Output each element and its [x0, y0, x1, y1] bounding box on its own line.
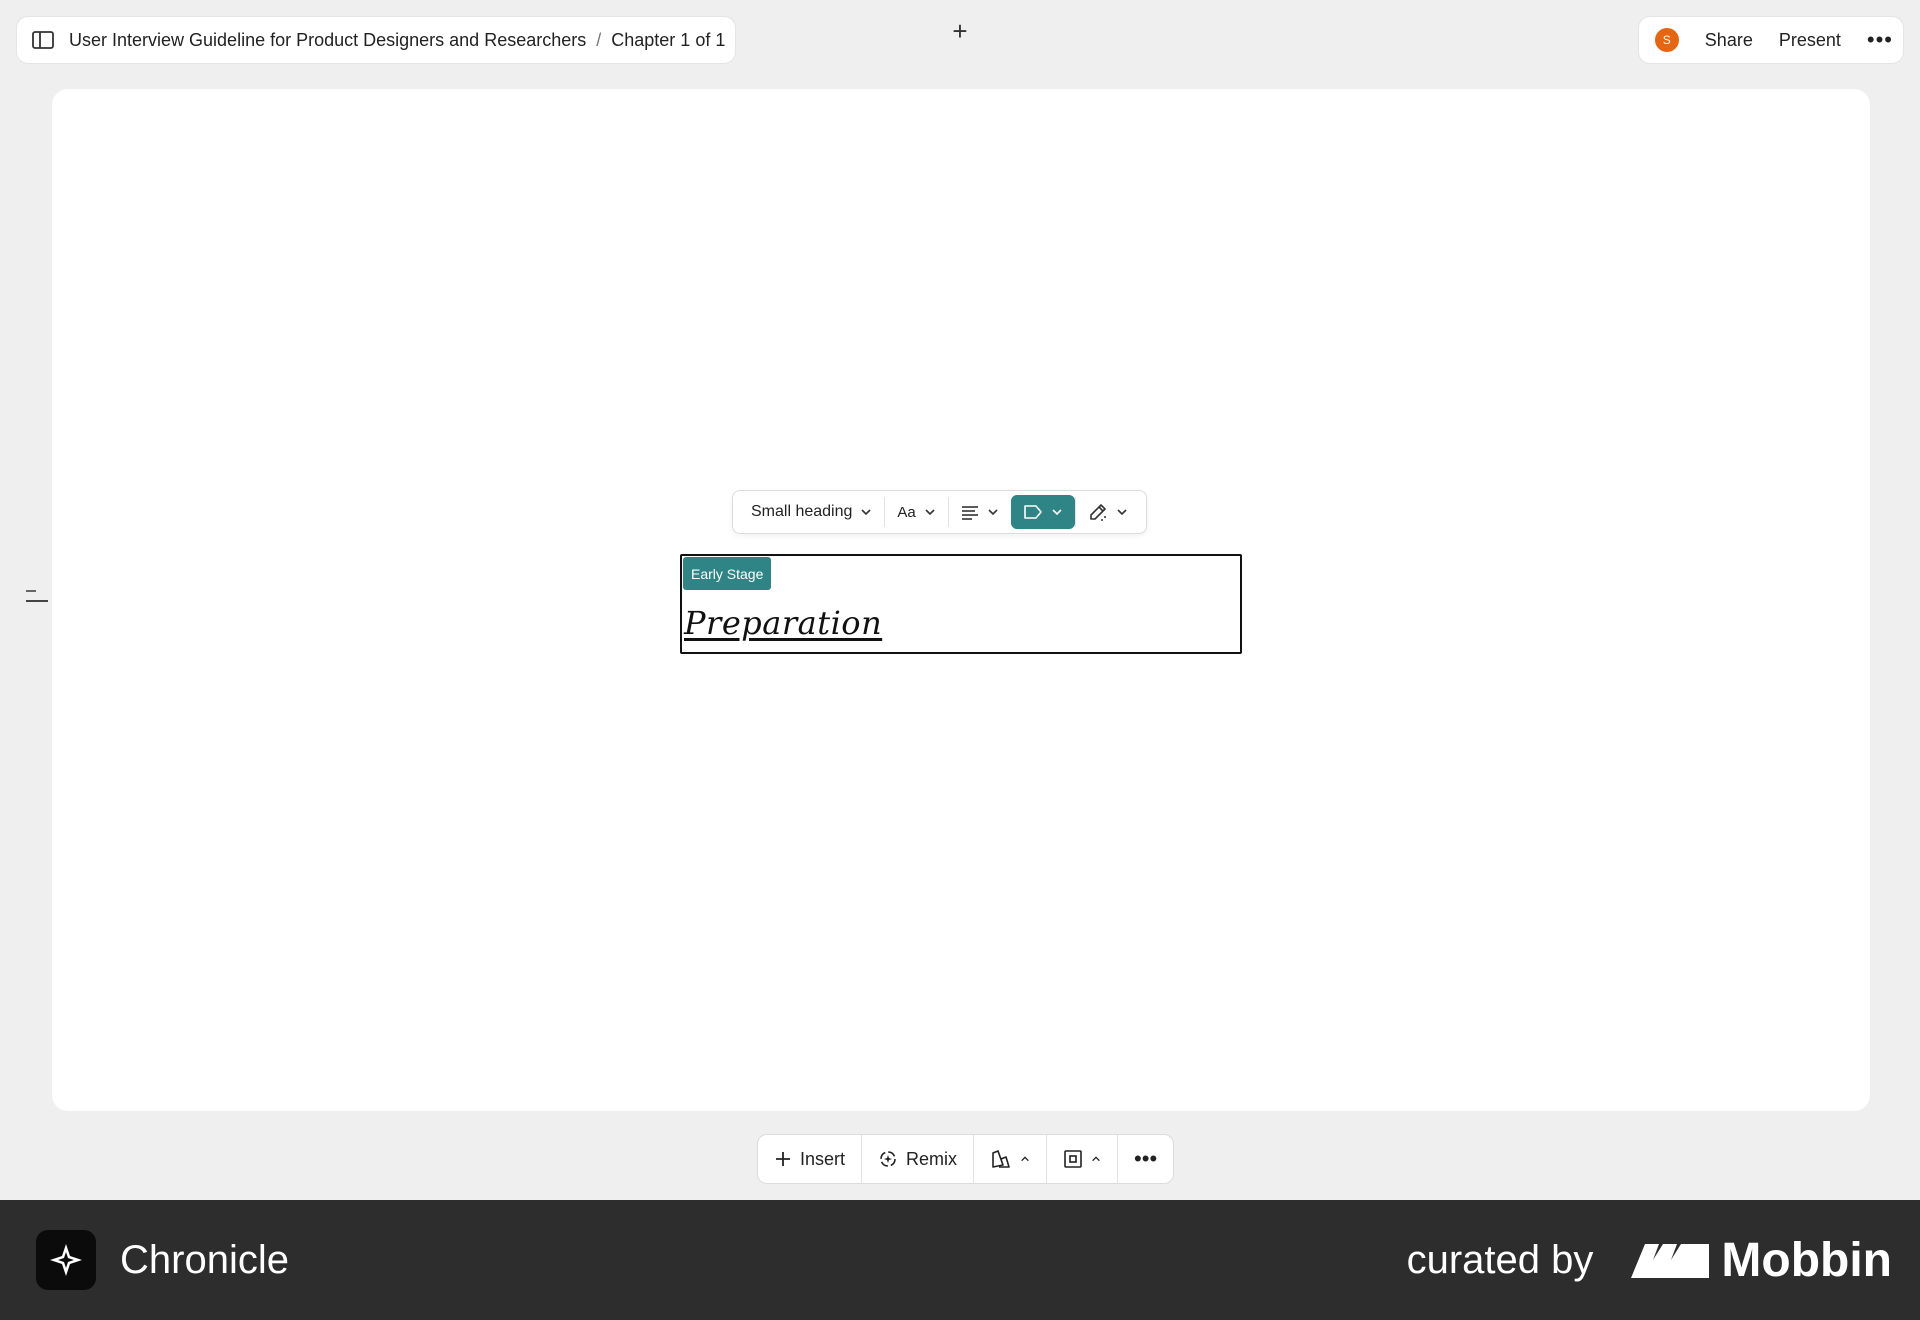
- curated-by: curated by Mobbin: [1407, 1233, 1892, 1288]
- format-toolbar: Small heading Aa: [732, 490, 1147, 534]
- more-options-icon[interactable]: •••: [1867, 29, 1893, 51]
- tag-dropdown[interactable]: [1010, 495, 1075, 529]
- mobbin-logo: Mobbin: [1629, 1233, 1892, 1288]
- text-style-label: Small heading: [751, 503, 853, 520]
- breadcrumb-separator: /: [596, 29, 602, 50]
- chevron-down-icon: [861, 509, 871, 516]
- remix-icon: [880, 1151, 896, 1167]
- chronicle-logo-icon: [36, 1230, 96, 1290]
- bottom-toolbar: Insert Remix •••: [757, 1134, 1175, 1184]
- remix-label: Remix: [906, 1148, 958, 1169]
- style-dropdown[interactable]: [1076, 495, 1140, 529]
- share-button[interactable]: Share: [1705, 30, 1753, 51]
- insert-button[interactable]: Insert: [758, 1135, 861, 1183]
- header-actions: S Share Present •••: [1637, 16, 1904, 64]
- brand: Chronicle: [36, 1230, 289, 1290]
- chevron-up-icon: [1092, 1156, 1100, 1162]
- tag-icon: [1023, 505, 1042, 519]
- chevron-down-icon: [925, 509, 935, 516]
- curated-label: curated by: [1406, 1237, 1594, 1282]
- layout-button[interactable]: [1047, 1135, 1117, 1183]
- align-left-icon: [961, 506, 978, 520]
- chevron-down-icon: [1052, 509, 1062, 516]
- plus-icon[interactable]: +: [948, 18, 972, 44]
- breadcrumb: User Interview Guideline for Product Des…: [16, 16, 737, 64]
- align-dropdown[interactable]: [949, 495, 1011, 529]
- plus-icon: [776, 1152, 790, 1166]
- font-dropdown[interactable]: Aa: [885, 495, 947, 529]
- drag-handle-icon[interactable]: [26, 590, 50, 604]
- chevron-down-icon: [1117, 509, 1127, 516]
- document-title[interactable]: User Interview Guideline for Product Des…: [69, 30, 586, 51]
- chevron-down-icon: [988, 509, 998, 516]
- footer-banner: Chronicle curated by Mobbin: [0, 1200, 1920, 1320]
- insert-label: Insert: [800, 1148, 846, 1169]
- text-style-dropdown[interactable]: Small heading: [739, 495, 884, 529]
- frame-icon: [1064, 1150, 1082, 1168]
- present-button[interactable]: Present: [1779, 30, 1841, 51]
- mobbin-mark-icon: [1631, 1244, 1710, 1278]
- font-label: Aa: [897, 503, 916, 521]
- chapter-indicator[interactable]: Chapter 1 of 1: [611, 30, 725, 51]
- more-options-icon[interactable]: •••: [1118, 1135, 1173, 1183]
- block-heading[interactable]: Preparation: [684, 604, 882, 642]
- theme-button[interactable]: [974, 1135, 1046, 1183]
- remix-button[interactable]: Remix: [862, 1135, 973, 1183]
- sidebar-toggle-icon[interactable]: [31, 28, 55, 52]
- magic-pen-icon: [1089, 504, 1106, 521]
- selected-text-block[interactable]: Early Stage Preparation: [680, 554, 1242, 654]
- paint-icon: [992, 1150, 1010, 1168]
- stage-tag[interactable]: Early Stage: [683, 557, 772, 590]
- chevron-up-icon: [1021, 1156, 1029, 1162]
- brand-name: Chronicle: [120, 1237, 289, 1282]
- curator-name: Mobbin: [1721, 1233, 1892, 1287]
- avatar[interactable]: S: [1654, 28, 1679, 52]
